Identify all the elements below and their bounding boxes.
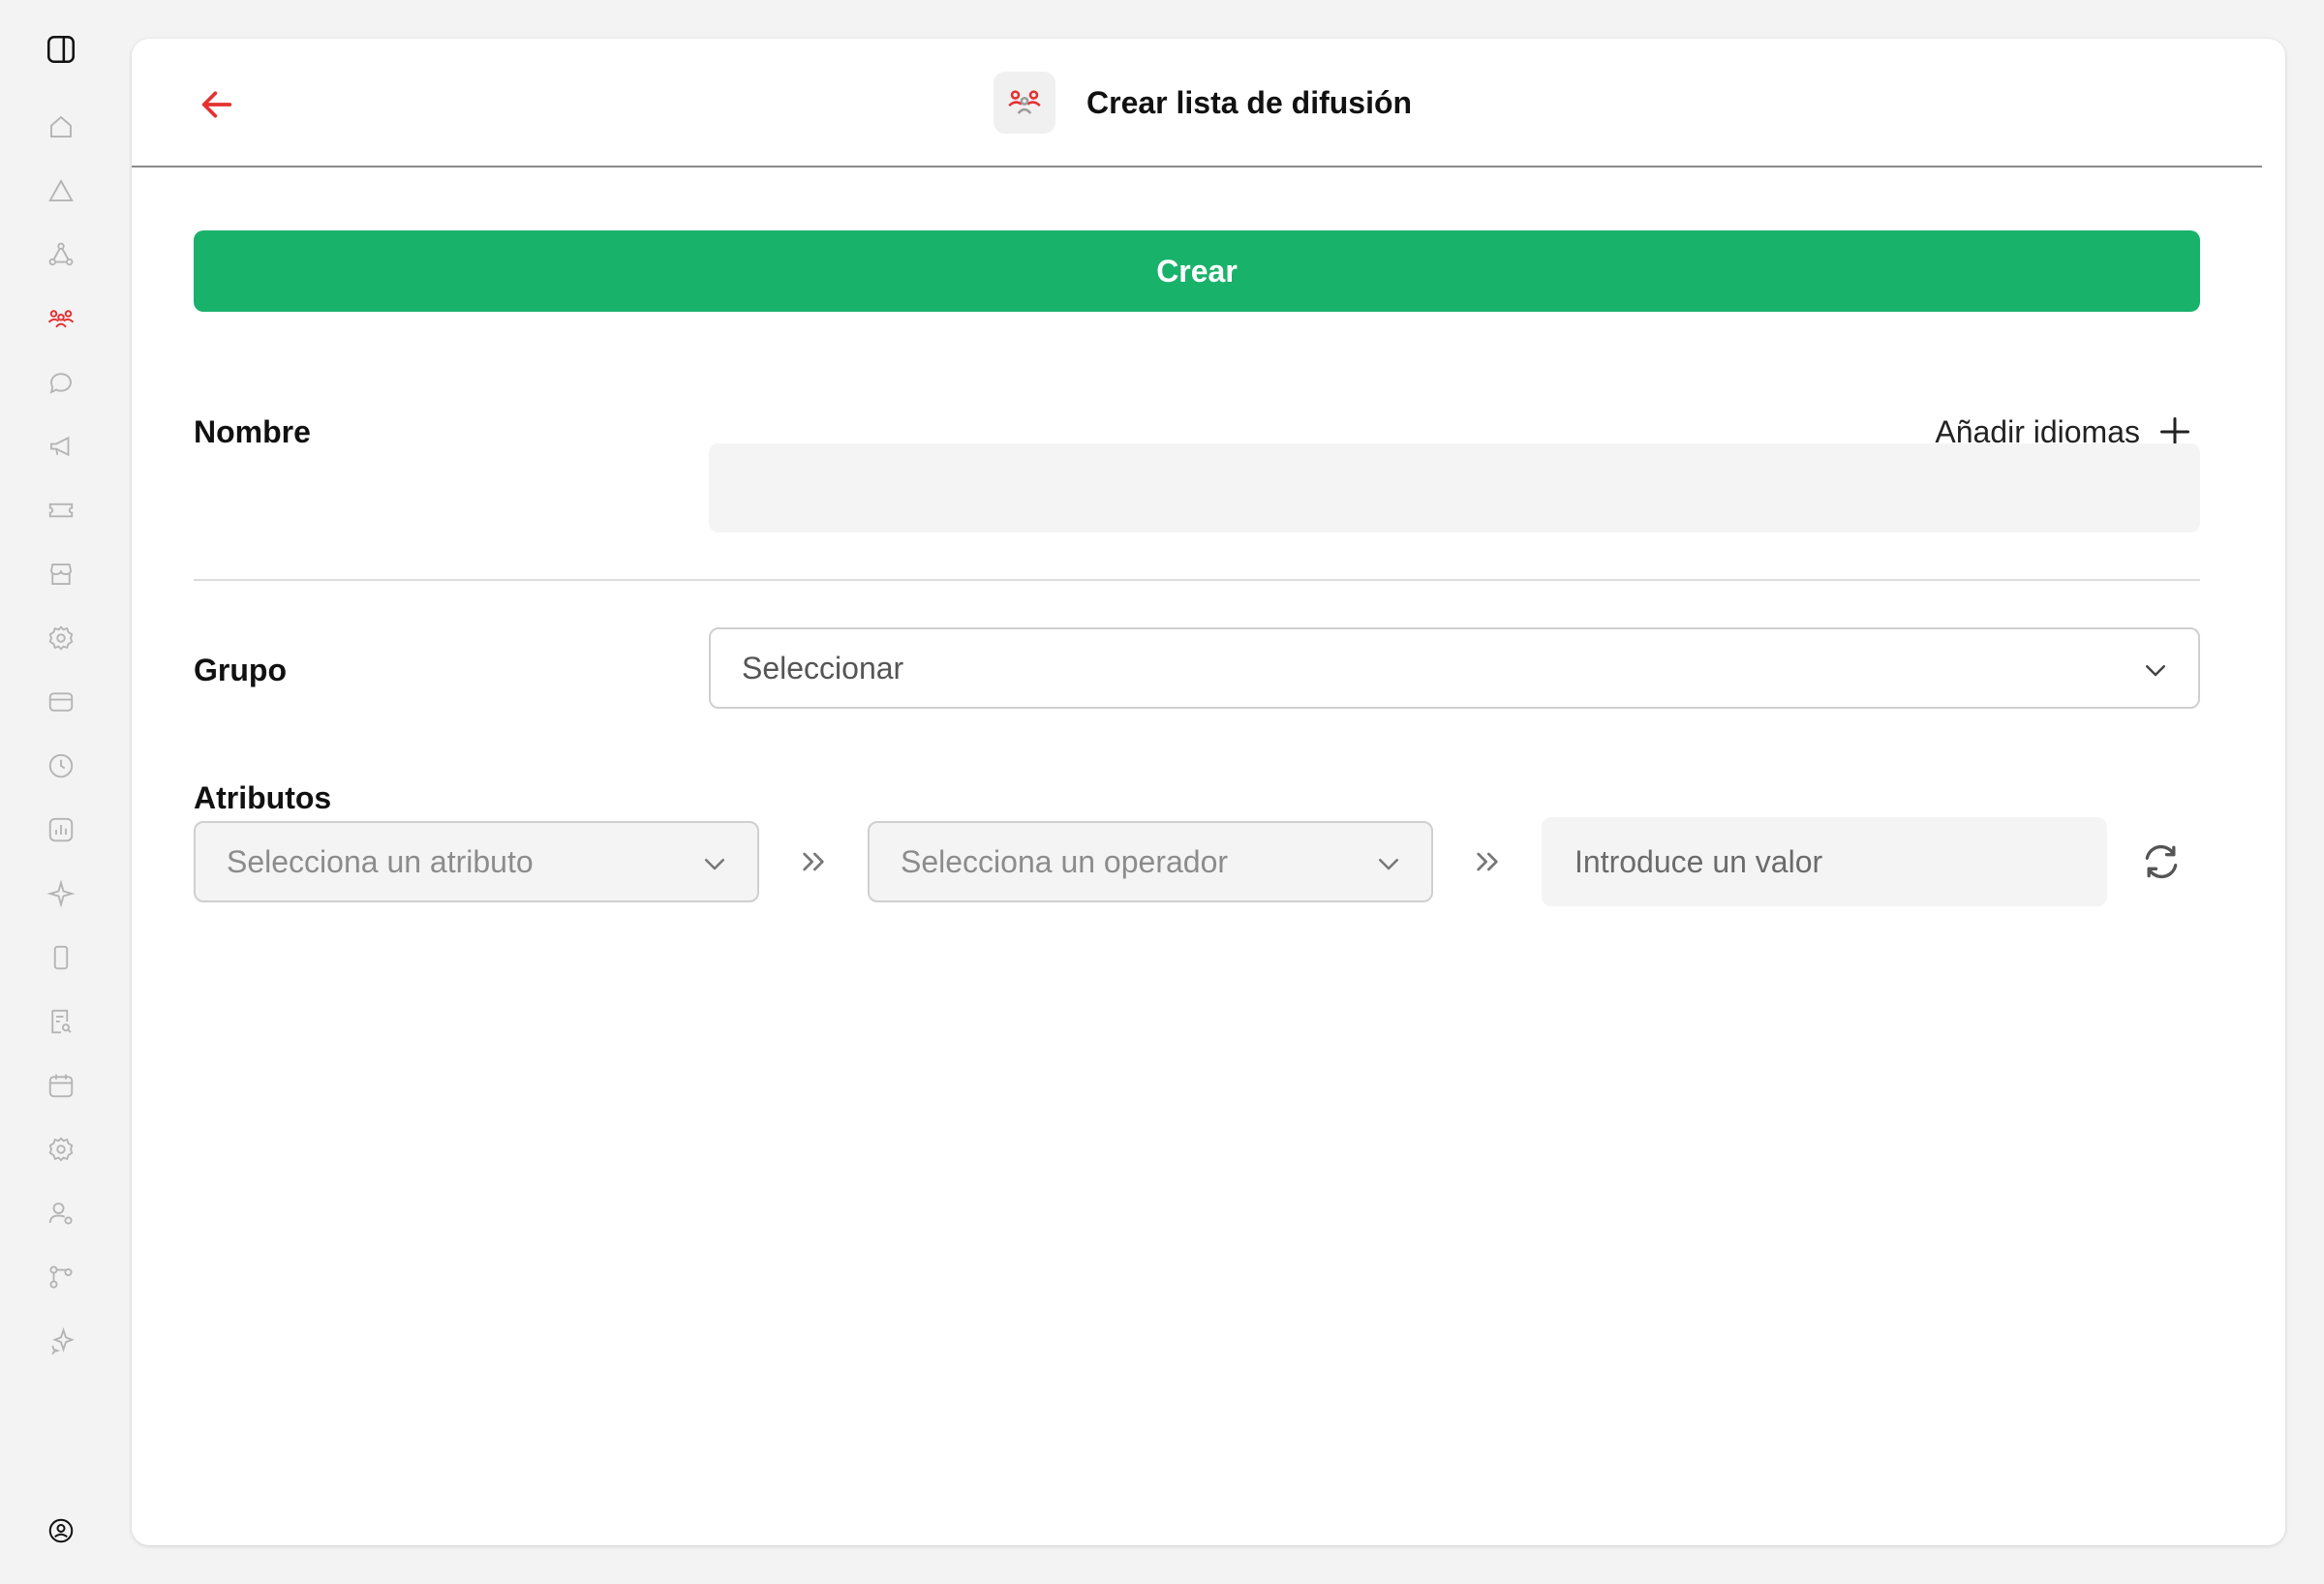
chat-bubble-icon[interactable] — [45, 366, 77, 399]
chevrons-right-icon — [1470, 844, 1505, 879]
document-search-icon[interactable] — [45, 1005, 77, 1038]
operator-select-value: Selecciona un operador — [901, 843, 1229, 879]
sparkle-icon[interactable] — [45, 877, 77, 910]
analytics-icon[interactable] — [45, 813, 77, 846]
home-icon[interactable] — [45, 110, 77, 143]
card-icon[interactable] — [45, 685, 77, 718]
attribute-select-value: Selecciona un atributo — [227, 843, 534, 879]
create-button[interactable]: Crear — [194, 230, 2200, 312]
title-users-icon — [994, 72, 1055, 134]
user-settings-icon[interactable] — [45, 1197, 77, 1230]
panel-toggle-icon[interactable] — [45, 33, 77, 66]
megaphone-icon[interactable] — [45, 430, 77, 463]
store-icon[interactable] — [45, 558, 77, 591]
section-divider — [194, 579, 2200, 581]
settings-gear-icon[interactable] — [45, 622, 77, 655]
settings-gear-icon[interactable] — [45, 1133, 77, 1166]
attributes-label: Atributos — [194, 780, 332, 815]
group-label: Grupo — [194, 653, 287, 687]
profile-icon[interactable] — [45, 1514, 77, 1547]
chevrons-right-icon — [796, 844, 831, 879]
flow-icon[interactable] — [45, 1261, 77, 1294]
calendar-icon[interactable] — [45, 1069, 77, 1102]
attribute-select[interactable]: Selecciona un atributo — [194, 821, 759, 902]
users-icon[interactable] — [45, 302, 77, 335]
mobile-icon[interactable] — [45, 941, 77, 974]
network-icon[interactable] — [45, 238, 77, 271]
arrow-left-icon — [201, 91, 232, 118]
page-header: Crear lista de difusión — [132, 39, 2262, 168]
main-card: Crear lista de difusión Crear Nombre Aña… — [132, 39, 2285, 1545]
name-label: Nombre — [194, 414, 311, 449]
chevron-down-icon — [699, 848, 730, 879]
chevron-down-icon — [1373, 848, 1404, 879]
group-select-value: Seleccionar — [742, 650, 904, 685]
operator-select[interactable]: Selecciona un operador — [868, 821, 1433, 902]
group-select[interactable]: Seleccionar — [709, 627, 2200, 709]
clock-icon[interactable] — [45, 749, 77, 782]
name-input[interactable] — [709, 443, 2200, 533]
sidebar — [0, 0, 124, 1584]
ticket-icon[interactable] — [45, 494, 77, 527]
back-button[interactable] — [196, 83, 238, 126]
refresh-icon[interactable] — [2138, 838, 2185, 885]
chevron-down-icon — [2140, 655, 2171, 685]
page-title: Crear lista de difusión — [1086, 85, 1413, 120]
sparkle-icon[interactable] — [45, 1325, 77, 1357]
value-input[interactable] — [1542, 817, 2107, 906]
alert-triangle-icon[interactable] — [45, 174, 77, 207]
